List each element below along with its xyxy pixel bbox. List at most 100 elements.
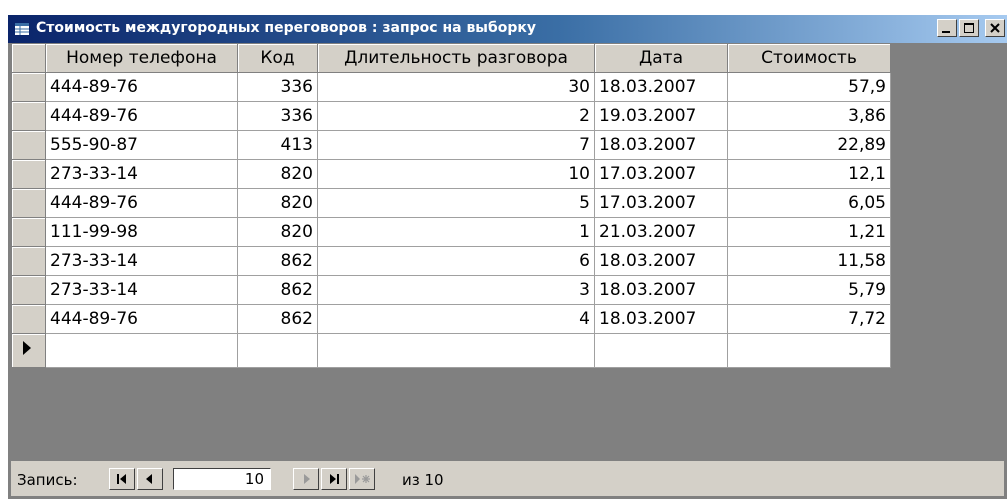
table-cell[interactable]: 22,89	[727, 130, 891, 160]
table-cell[interactable]: 5	[317, 188, 595, 218]
table-cell[interactable]: 820	[237, 159, 318, 189]
table-row[interactable]: 273-33-14 862 3 18.03.2007 5,79	[11, 275, 891, 305]
table-cell[interactable]: 19.03.2007	[594, 101, 728, 131]
table-cell[interactable]: 17.03.2007	[594, 159, 728, 189]
column-header[interactable]: Стоимость	[727, 43, 891, 73]
table-row[interactable]: 273-33-14 820 10 17.03.2007 12,1	[11, 159, 891, 189]
record-selector[interactable]	[11, 246, 46, 276]
table-cell[interactable]	[237, 333, 318, 368]
table-cell[interactable]: 6	[317, 246, 595, 276]
close-icon	[990, 23, 1000, 33]
record-selector[interactable]	[11, 304, 46, 334]
table-cell[interactable]: 18.03.2007	[594, 304, 728, 334]
table-cell[interactable]: 444-89-76	[45, 101, 238, 131]
table-cell[interactable]: 18.03.2007	[594, 130, 728, 160]
table-cell[interactable]: 2	[317, 101, 595, 131]
table-cell[interactable]	[317, 333, 595, 368]
table-cell[interactable]: 336	[237, 101, 318, 131]
record-selector[interactable]	[11, 217, 46, 247]
column-header[interactable]: Номер телефона	[45, 43, 238, 73]
datasheet-table: Номер телефона Код Длительность разговор…	[11, 43, 891, 368]
table-row[interactable]: 444-89-76 336 30 18.03.2007 57,9	[11, 72, 891, 102]
table-cell[interactable]: 413	[237, 130, 318, 160]
table-cell[interactable]: 18.03.2007	[594, 275, 728, 305]
table-cell[interactable]: 3	[317, 275, 595, 305]
table-cell[interactable]: 18.03.2007	[594, 72, 728, 102]
table-cell[interactable]: 11,58	[727, 246, 891, 276]
current-record-arrow-icon	[23, 341, 31, 355]
current-record-field[interactable]: 10	[173, 468, 271, 490]
table-cell[interactable]: 6,05	[727, 188, 891, 218]
close-button[interactable]	[985, 19, 1005, 37]
table-cell[interactable]: 273-33-14	[45, 246, 238, 276]
table-cell[interactable]: 1,21	[727, 217, 891, 247]
table-cell[interactable]	[727, 333, 891, 368]
table-row[interactable]: 555-90-87 413 7 18.03.2007 22,89	[11, 130, 891, 160]
first-record-icon	[117, 474, 126, 484]
table-cell[interactable]: 444-89-76	[45, 304, 238, 334]
table-cell[interactable]	[594, 333, 728, 368]
next-record-button[interactable]	[293, 468, 319, 490]
table-cell[interactable]: 12,1	[727, 159, 891, 189]
table-cell[interactable]: 862	[237, 304, 318, 334]
record-selector[interactable]	[11, 188, 46, 218]
table-cell[interactable]: 30	[317, 72, 595, 102]
table-cell[interactable]: 444-89-76	[45, 72, 238, 102]
query-datasheet-icon	[14, 21, 30, 37]
new-record-icon	[355, 474, 370, 484]
table-cell[interactable]: 444-89-76	[45, 188, 238, 218]
table-cell[interactable]: 820	[237, 188, 318, 218]
table-cell[interactable]: 7	[317, 130, 595, 160]
window-title: Стоимость междугородных переговоров : за…	[36, 20, 537, 36]
minimize-button[interactable]	[937, 19, 957, 37]
table-row[interactable]: 444-89-76 862 4 18.03.2007 7,72	[11, 304, 891, 334]
table-cell[interactable]: 273-33-14	[45, 275, 238, 305]
column-header[interactable]: Длительность разговора	[317, 43, 595, 73]
table-cell[interactable]: 7,72	[727, 304, 891, 334]
previous-record-button[interactable]	[137, 468, 163, 490]
table-cell[interactable]: 111-99-98	[45, 217, 238, 247]
table-cell[interactable]: 17.03.2007	[594, 188, 728, 218]
table-cell[interactable]: 57,9	[727, 72, 891, 102]
minimize-icon	[942, 31, 950, 33]
previous-record-icon	[146, 474, 152, 484]
record-selector[interactable]	[11, 333, 46, 368]
record-selector[interactable]	[11, 130, 46, 160]
table-cell[interactable]: 4	[317, 304, 595, 334]
table-cell[interactable]: 1	[317, 217, 595, 247]
column-header[interactable]: Дата	[594, 43, 728, 73]
header-row: Номер телефона Код Длительность разговор…	[11, 43, 891, 73]
select-all-corner[interactable]	[11, 43, 46, 73]
maximize-icon	[964, 23, 974, 33]
table-cell[interactable]: 862	[237, 275, 318, 305]
table-cell[interactable]: 862	[237, 246, 318, 276]
table-row[interactable]: 444-89-76 336 2 19.03.2007 3,86	[11, 101, 891, 131]
record-selector[interactable]	[11, 72, 46, 102]
record-total: из 10	[402, 471, 444, 489]
column-header[interactable]: Код	[237, 43, 318, 73]
datasheet: Номер телефона Код Длительность разговор…	[11, 43, 1004, 461]
table-cell[interactable]: 5,79	[727, 275, 891, 305]
first-record-button[interactable]	[109, 468, 135, 490]
table-cell[interactable]	[45, 333, 238, 368]
table-cell[interactable]: 10	[317, 159, 595, 189]
table-row[interactable]: 111-99-98 820 1 21.03.2007 1,21	[11, 217, 891, 247]
table-cell[interactable]: 820	[237, 217, 318, 247]
table-row[interactable]: 444-89-76 820 5 17.03.2007 6,05	[11, 188, 891, 218]
table-cell[interactable]: 18.03.2007	[594, 246, 728, 276]
new-record-row[interactable]	[11, 333, 891, 368]
record-selector[interactable]	[11, 275, 46, 305]
maximize-button[interactable]	[959, 19, 979, 37]
table-row[interactable]: 273-33-14 862 6 18.03.2007 11,58	[11, 246, 891, 276]
record-selector[interactable]	[11, 159, 46, 189]
record-label: Запись:	[17, 471, 78, 489]
last-record-button[interactable]	[321, 468, 347, 490]
title-bar[interactable]: Стоимость междугородных переговоров : за…	[8, 15, 1007, 43]
table-cell[interactable]: 273-33-14	[45, 159, 238, 189]
table-cell[interactable]: 21.03.2007	[594, 217, 728, 247]
new-record-button[interactable]	[349, 468, 375, 490]
table-cell[interactable]: 555-90-87	[45, 130, 238, 160]
record-selector[interactable]	[11, 101, 46, 131]
table-cell[interactable]: 336	[237, 72, 318, 102]
table-cell[interactable]: 3,86	[727, 101, 891, 131]
